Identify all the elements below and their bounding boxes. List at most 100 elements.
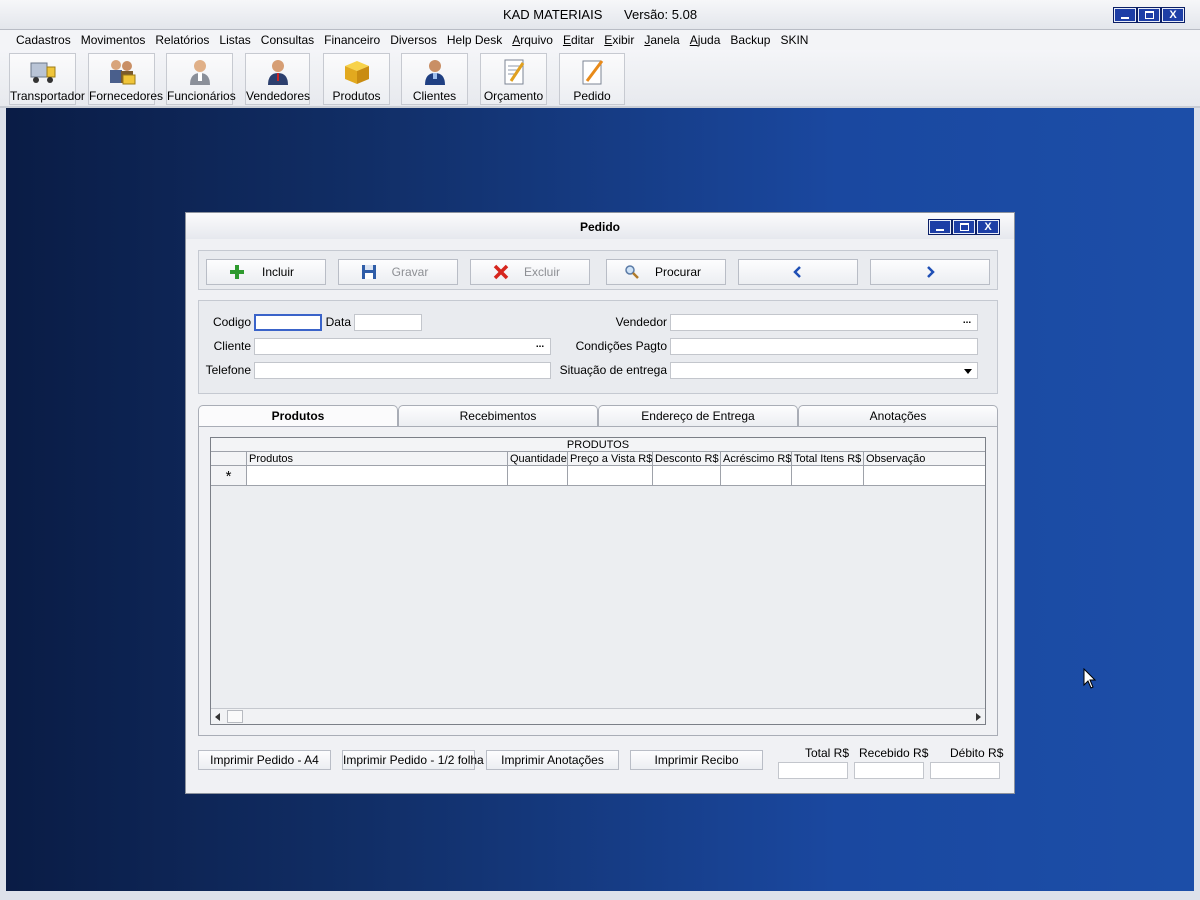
grid-cell-total-itens[interactable]	[792, 466, 864, 486]
toolbar-vendedores-button[interactable]: Vendedores	[245, 53, 310, 105]
menu-diversos[interactable]: Diversos	[385, 30, 442, 50]
total-field[interactable]	[778, 762, 848, 779]
new-row-indicator: *	[211, 466, 247, 486]
gravar-button[interactable]: Gravar	[338, 259, 458, 285]
toolbar-clientes-button[interactable]: Clientes	[401, 53, 468, 105]
debito-field[interactable]	[930, 762, 1000, 779]
menu-editar[interactable]: Editar	[558, 30, 599, 50]
menu-help-desk[interactable]: Help Desk	[442, 30, 507, 50]
menu-exibir[interactable]: Exibir	[599, 30, 639, 50]
previous-record-button[interactable]	[738, 259, 858, 285]
app-window-controls: X	[1113, 7, 1185, 23]
imprimir-pedido-meia-folha-button[interactable]: Imprimir Pedido - 1/2 folha	[342, 750, 484, 770]
grid-horizontal-scrollbar[interactable]	[211, 708, 985, 724]
procurar-button[interactable]: Procurar	[606, 259, 726, 285]
grid-caption: PRODUTOS	[211, 438, 985, 452]
condicoes-pagto-label: Condições Pagto	[575, 339, 667, 353]
debito-label: Débito R$	[950, 746, 1004, 760]
codigo-input[interactable]	[254, 314, 322, 331]
procurar-label: Procurar	[654, 265, 701, 279]
grid-cell-observacao[interactable]	[864, 466, 985, 486]
dialog-titlebar: Pedido X	[186, 213, 1014, 239]
toolbar-fornecedores-button[interactable]: Fornecedores	[88, 53, 164, 105]
vendedor-lookup-button[interactable]: ...	[959, 316, 975, 329]
grid-cell-desconto[interactable]	[653, 466, 721, 486]
menu-listas[interactable]: Listas	[214, 30, 255, 50]
excluir-button[interactable]: Excluir	[470, 259, 590, 285]
employee-icon	[185, 57, 215, 87]
toolbar-label: Fornecedores	[89, 89, 164, 103]
toolbar-transportador-button[interactable]: Transportador	[9, 53, 85, 105]
situacao-entrega-select[interactable]	[670, 362, 978, 379]
menu-bar: Cadastros Movimentos Relatórios Listas C…	[0, 30, 1200, 50]
cliente-lookup-button[interactable]: ...	[532, 340, 548, 353]
dialog-minimize-button[interactable]	[928, 219, 952, 235]
grid-column-header[interactable]: Total Itens R$	[792, 452, 864, 466]
grid-cell-acrescimo[interactable]	[721, 466, 792, 486]
imprimir-recibo-button[interactable]: Imprimir Recibo	[630, 750, 763, 770]
app-maximize-button[interactable]	[1137, 7, 1161, 23]
condicoes-pagto-input[interactable]	[670, 338, 978, 355]
toolbar-label: Clientes	[412, 89, 457, 103]
tab-recebimentos[interactable]: Recebimentos	[398, 405, 598, 426]
truck-icon	[28, 57, 58, 87]
menu-skin[interactable]: SKIN	[775, 30, 813, 50]
grid-column-header[interactable]: Produtos	[247, 452, 508, 466]
toolbar-label: Vendedores	[246, 89, 311, 103]
menu-cadastros[interactable]: Cadastros	[11, 30, 76, 50]
plus-icon	[229, 264, 245, 280]
grid-column-header[interactable]: Quantidade	[508, 452, 568, 466]
app-minimize-button[interactable]	[1113, 7, 1137, 23]
grid-cell-produto[interactable]	[247, 466, 508, 486]
menu-backup[interactable]: Backup	[725, 30, 775, 50]
incluir-button[interactable]: Incluir	[206, 259, 326, 285]
scroll-left-icon[interactable]	[215, 713, 220, 721]
toolbar-produtos-button[interactable]: Produtos	[323, 53, 390, 105]
telefone-input[interactable]	[254, 362, 551, 379]
app-close-button[interactable]: X	[1161, 7, 1185, 23]
menu-ajuda[interactable]: Ajuda	[685, 30, 726, 50]
grid-column-header[interactable]: Desconto R$	[653, 452, 721, 466]
tab-endereco-entrega[interactable]: Endereço de Entrega	[598, 405, 798, 426]
chevron-down-icon[interactable]	[961, 365, 975, 377]
tab-produtos[interactable]: Produtos	[198, 405, 398, 427]
tab-anotacoes[interactable]: Anotações	[798, 405, 998, 426]
scrollbar-thumb[interactable]	[227, 710, 243, 723]
menu-financeiro[interactable]: Financeiro	[319, 30, 385, 50]
toolbar-funcionarios-button[interactable]: Funcionários	[166, 53, 236, 105]
toolbar-orcamento-button[interactable]: Orçamento	[480, 53, 547, 105]
dialog-maximize-button[interactable]	[952, 219, 976, 235]
scroll-right-icon[interactable]	[976, 713, 981, 721]
main-toolbar: Transportador Fornecedores Funcionários …	[0, 50, 1200, 108]
menu-arquivo[interactable]: Arquivo	[507, 30, 558, 50]
dialog-title: Pedido	[579, 220, 620, 234]
grid-cell-preco[interactable]	[568, 466, 653, 486]
menu-relatorios[interactable]: Relatórios	[150, 30, 214, 50]
maximize-icon	[1144, 11, 1154, 19]
grid-column-header[interactable]: Acréscimo R$	[721, 452, 792, 466]
data-label: Data	[325, 315, 351, 329]
grid-column-header[interactable]: Observação	[864, 452, 985, 466]
produtos-grid[interactable]: PRODUTOS Produtos Quantidade Preço a Vis…	[210, 437, 986, 725]
dialog-close-button[interactable]: X	[976, 219, 1000, 235]
situacao-entrega-label: Situação de entrega	[559, 363, 667, 377]
next-record-button[interactable]	[870, 259, 990, 285]
excluir-label: Excluir	[523, 265, 560, 279]
imprimir-pedido-a4-button[interactable]: Imprimir Pedido - A4	[198, 750, 331, 770]
recebido-field[interactable]	[854, 762, 924, 779]
grid-column-header[interactable]: Preço a Vista R$	[568, 452, 653, 466]
toolbar-pedido-button[interactable]: Pedido	[559, 53, 625, 105]
grid-cell-quantidade[interactable]	[508, 466, 568, 486]
menu-consultas[interactable]: Consultas	[256, 30, 319, 50]
cliente-input[interactable]: ...	[254, 338, 551, 355]
data-input[interactable]	[354, 314, 422, 331]
menu-movimentos[interactable]: Movimentos	[76, 30, 151, 50]
minimize-icon	[936, 229, 944, 231]
imprimir-anotacoes-button[interactable]: Imprimir Anotações	[486, 750, 619, 770]
suppliers-icon	[107, 57, 137, 87]
vendedor-input[interactable]: ...	[670, 314, 978, 331]
menu-janela[interactable]: Janela	[639, 30, 684, 50]
chevron-right-icon	[922, 264, 938, 280]
dialog-window-controls: X	[928, 219, 1000, 235]
cliente-label: Cliente	[213, 339, 251, 353]
